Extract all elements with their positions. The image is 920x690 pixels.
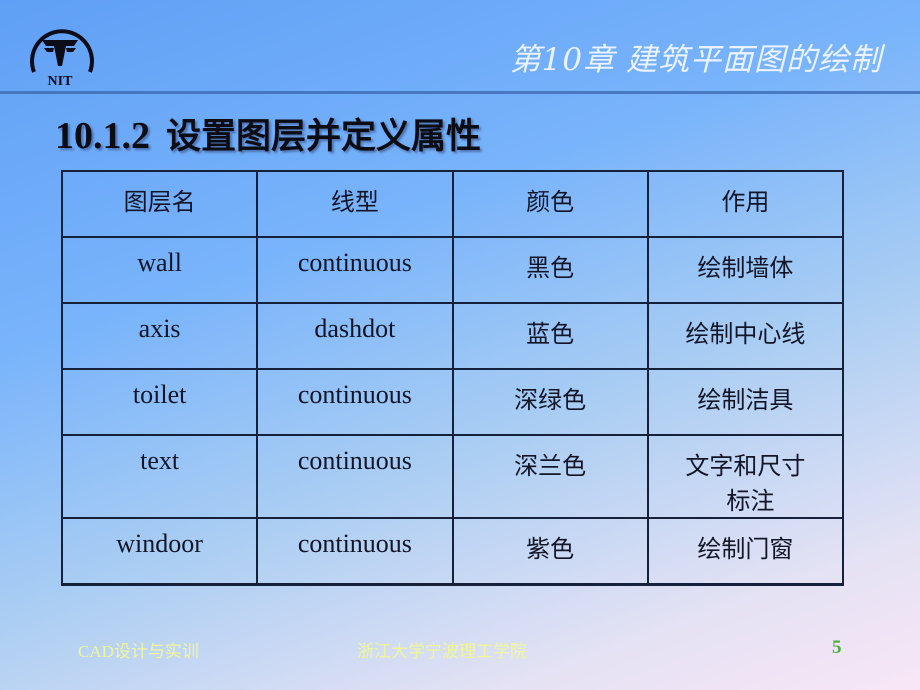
purpose-cell: 绘制门窗 <box>646 517 845 586</box>
header-purpose: 作用 <box>646 170 845 238</box>
nit-logo: NIT <box>20 10 100 90</box>
table-row: toilet continuous 深绿色 绘制洁具 <box>60 368 845 436</box>
color-cell: 黑色 <box>451 236 649 304</box>
linetype-cell: dashdot <box>256 302 454 370</box>
header-linetype: 线型 <box>256 170 454 238</box>
footer-institution: 浙江大学宁波理工学院 <box>357 642 527 661</box>
layer-name-cell: text <box>60 434 259 519</box>
section-heading: 10.1.2 设置图层并定义属性 <box>55 108 481 159</box>
layer-name-cell: axis <box>60 302 259 370</box>
color-cell: 深绿色 <box>451 368 649 436</box>
table-row: text continuous 深兰色 文字和尺寸 标注 <box>60 434 845 519</box>
purpose-cell: 文字和尺寸 标注 <box>646 434 845 519</box>
color-cell: 紫色 <box>451 517 649 586</box>
purpose-line-1: 文字和尺寸 <box>685 452 806 480</box>
purpose-cell: 绘制洁具 <box>646 368 845 436</box>
section-title: 设置图层并定义属性 <box>166 117 482 157</box>
header-layer-name: 图层名 <box>60 170 259 238</box>
color-cell: 深兰色 <box>451 434 649 519</box>
section-number: 10.1.2 <box>55 115 150 157</box>
footer-course: CAD设计与实训 <box>78 642 199 661</box>
header-divider <box>0 91 920 94</box>
linetype-cell: continuous <box>256 368 454 436</box>
linetype-cell: continuous <box>256 434 454 519</box>
linetype-cell: continuous <box>256 236 454 304</box>
color-cell: 蓝色 <box>451 302 649 370</box>
table-row: wall continuous 黑色 绘制墙体 <box>60 236 845 304</box>
svg-text:NIT: NIT <box>48 74 74 89</box>
purpose-cell: 绘制中心线 <box>646 302 845 370</box>
purpose-cell: 绘制墙体 <box>646 236 845 304</box>
purpose-line-2: 标注 <box>726 487 775 515</box>
slide-number: 5 <box>832 637 842 658</box>
header-color: 颜色 <box>451 170 649 238</box>
eagle-emblem-icon: NIT <box>30 29 94 89</box>
chapter-title: 第10章 建筑平面图的绘制 <box>509 42 882 78</box>
linetype-cell: continuous <box>256 517 454 586</box>
layer-name-cell: wall <box>60 236 259 304</box>
table-row: windoor continuous 紫色 绘制门窗 <box>60 517 845 586</box>
layer-properties-table: 图层名 线型 颜色 作用 wall continuous 黑色 绘制墙体 axi… <box>60 170 845 586</box>
table-row: axis dashdot 蓝色 绘制中心线 <box>60 302 845 370</box>
table-header-row: 图层名 线型 颜色 作用 <box>60 170 845 238</box>
layer-name-cell: toilet <box>60 368 259 436</box>
layer-name-cell: windoor <box>60 517 259 586</box>
